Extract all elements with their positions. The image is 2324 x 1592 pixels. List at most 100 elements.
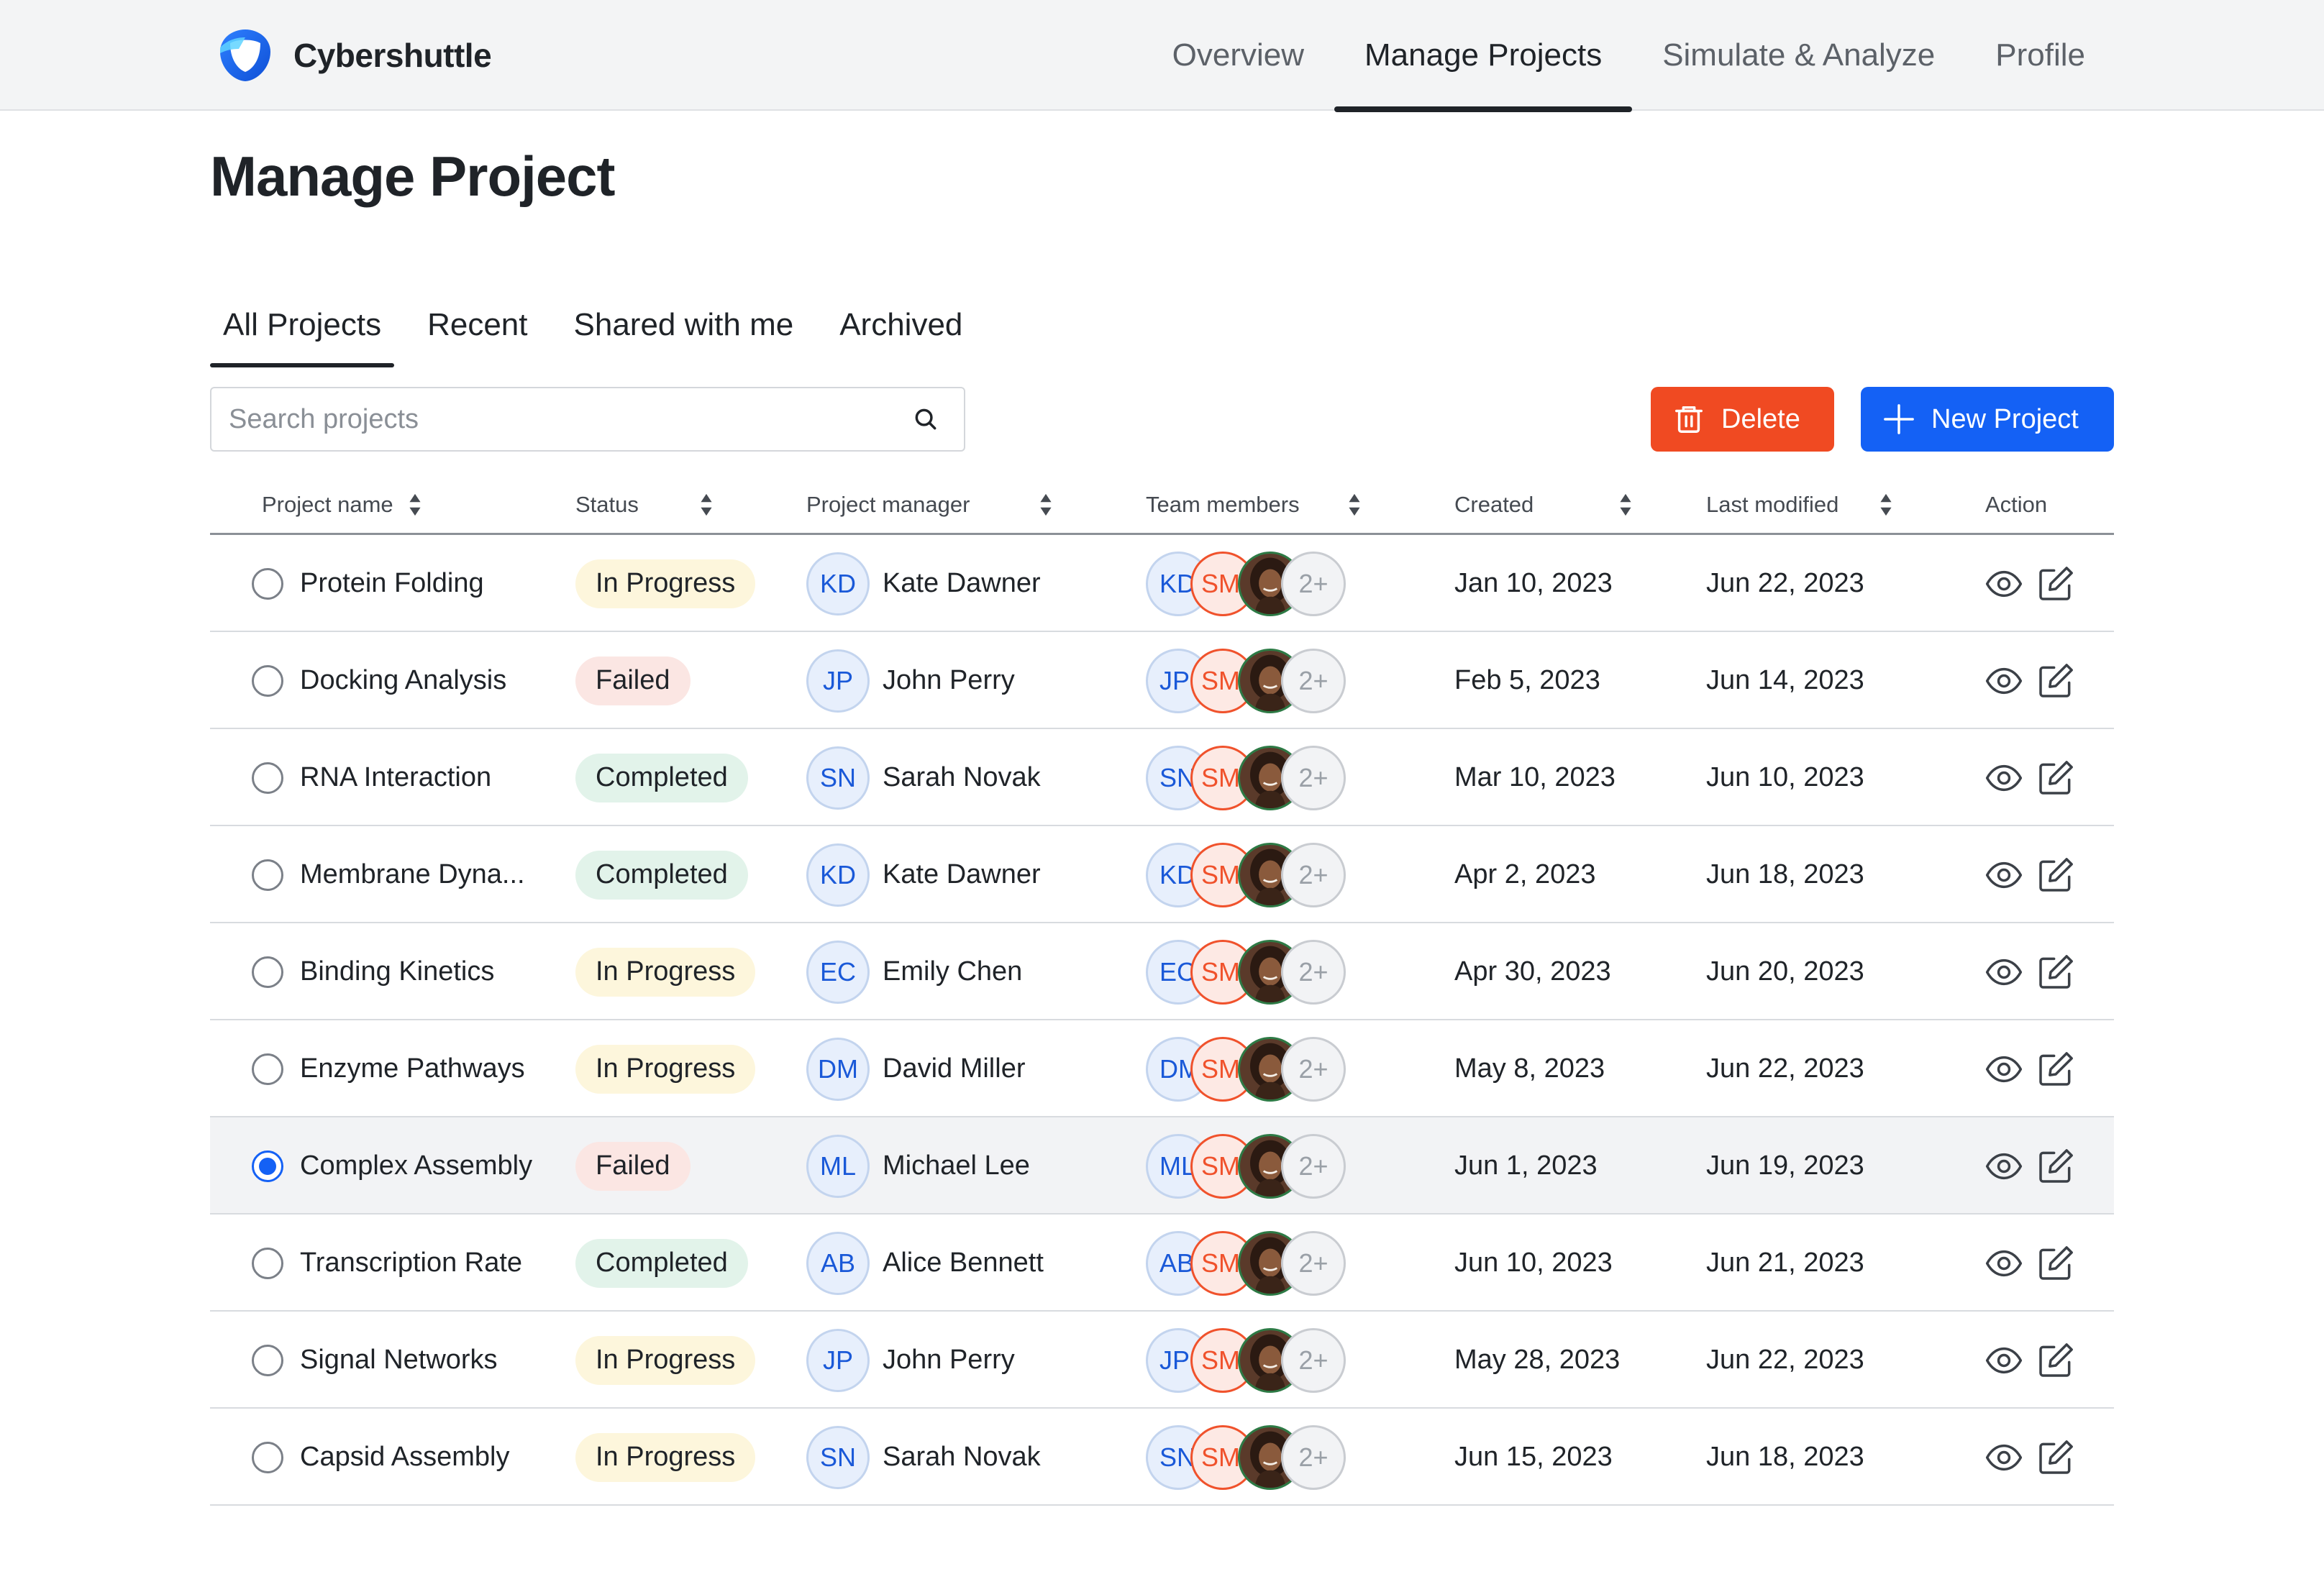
eye-icon[interactable] <box>1984 564 2024 604</box>
row-radio[interactable] <box>252 1053 283 1085</box>
edit-icon[interactable] <box>2036 661 2076 701</box>
tab-all-projects[interactable]: All Projects <box>210 298 395 367</box>
more-members-badge[interactable]: 2+ <box>1281 842 1346 907</box>
more-members-badge[interactable]: 2+ <box>1281 939 1346 1005</box>
table-row[interactable]: RNA Interaction Completed SN Sarah Novak… <box>210 729 2114 826</box>
eye-icon[interactable] <box>1984 1146 2024 1186</box>
nav-overview[interactable]: Overview <box>1142 0 1334 111</box>
action-cell <box>1984 1312 2087 1409</box>
edit-icon[interactable] <box>2036 564 2076 604</box>
more-members-badge[interactable]: 2+ <box>1281 1036 1346 1102</box>
project-name[interactable]: Capsid Assembly <box>300 1409 509 1506</box>
column-header-last-modified[interactable]: Last modified <box>1706 475 1893 535</box>
tab-shared-with-me[interactable]: Shared with me <box>561 298 807 367</box>
team-avatars[interactable]: SN SM 2+ <box>1146 745 1354 810</box>
brand[interactable]: Cybershuttle <box>217 27 492 83</box>
team-avatars[interactable]: DM SM 2+ <box>1146 1036 1354 1102</box>
project-name[interactable]: Docking Analysis <box>300 632 506 729</box>
more-members-badge[interactable]: 2+ <box>1281 1133 1346 1199</box>
table-row[interactable]: Transcription Rate Completed AB Alice Be… <box>210 1214 2114 1312</box>
project-name[interactable]: Binding Kinetics <box>300 923 494 1020</box>
edit-icon[interactable] <box>2036 1049 2076 1089</box>
edit-icon[interactable] <box>2036 1437 2076 1478</box>
eye-icon[interactable] <box>1984 1340 2024 1381</box>
column-header-status[interactable]: Status <box>575 475 714 535</box>
edit-icon[interactable] <box>2036 952 2076 992</box>
row-radio[interactable] <box>252 664 283 697</box>
tab-archived[interactable]: Archived <box>826 298 975 367</box>
row-radio[interactable] <box>252 956 283 988</box>
edit-icon[interactable] <box>2036 758 2076 798</box>
column-header-project-name[interactable]: Project name <box>262 475 422 535</box>
nav-simulate-analyze[interactable]: Simulate & Analyze <box>1632 0 1965 111</box>
table-row[interactable]: Capsid Assembly In Progress SN Sarah Nov… <box>210 1409 2114 1506</box>
column-header-team-members[interactable]: Team members <box>1146 475 1362 535</box>
team-avatars[interactable]: KD SM 2+ <box>1146 551 1354 616</box>
table-row[interactable]: Docking Analysis Failed JP John Perry JP… <box>210 632 2114 729</box>
team-avatars[interactable]: EC SM 2+ <box>1146 939 1354 1005</box>
project-name[interactable]: Enzyme Pathways <box>300 1020 525 1117</box>
eye-icon[interactable] <box>1984 661 2024 701</box>
team-avatars[interactable]: JP SM 2+ <box>1146 1327 1354 1393</box>
more-members-badge[interactable]: 2+ <box>1281 551 1346 616</box>
more-members-badge[interactable]: 2+ <box>1281 1327 1346 1393</box>
row-radio[interactable] <box>252 567 283 600</box>
sort-icon[interactable] <box>699 493 714 517</box>
eye-icon[interactable] <box>1984 855 2024 895</box>
column-header-action: Action <box>1985 475 2047 535</box>
sort-icon[interactable] <box>1879 493 1893 517</box>
sort-icon[interactable] <box>1347 493 1362 517</box>
sort-icon[interactable] <box>1039 493 1053 517</box>
eye-icon[interactable] <box>1984 758 2024 798</box>
team-avatars[interactable]: ML SM 2+ <box>1146 1133 1354 1199</box>
project-name[interactable]: Membrane Dyna... <box>300 826 525 923</box>
row-select <box>252 923 283 1020</box>
team-cell: AB SM 2+ <box>1146 1214 1354 1312</box>
search-input[interactable] <box>229 403 912 435</box>
table-row[interactable]: Complex Assembly Failed ML Michael Lee M… <box>210 1117 2114 1214</box>
more-members-badge[interactable]: 2+ <box>1281 1424 1346 1490</box>
search-icon[interactable] <box>912 406 939 433</box>
project-name[interactable]: Protein Folding <box>300 535 484 632</box>
column-header-created[interactable]: Created <box>1454 475 1633 535</box>
row-radio[interactable] <box>252 1150 283 1182</box>
row-radio[interactable] <box>252 1344 283 1376</box>
row-radio[interactable] <box>252 761 283 794</box>
table-row[interactable]: Signal Networks In Progress JP John Perr… <box>210 1312 2114 1409</box>
edit-icon[interactable] <box>2036 1243 2076 1284</box>
project-name[interactable]: Transcription Rate <box>300 1214 522 1312</box>
eye-icon[interactable] <box>1984 1049 2024 1089</box>
delete-button[interactable]: Delete <box>1651 387 1834 452</box>
edit-icon[interactable] <box>2036 855 2076 895</box>
sort-icon[interactable] <box>1618 493 1633 517</box>
team-avatars[interactable]: JP SM 2+ <box>1146 648 1354 713</box>
tab-recent[interactable]: Recent <box>414 298 540 367</box>
table-row[interactable]: Membrane Dyna... Completed KD Kate Dawne… <box>210 826 2114 923</box>
project-name[interactable]: Signal Networks <box>300 1312 498 1409</box>
table-row[interactable]: Binding Kinetics In Progress EC Emily Ch… <box>210 923 2114 1020</box>
modified-date: Jun 18, 2023 <box>1706 1442 1864 1472</box>
row-radio[interactable] <box>252 1247 283 1279</box>
eye-icon[interactable] <box>1984 952 2024 992</box>
table-row[interactable]: Enzyme Pathways In Progress DM David Mil… <box>210 1020 2114 1117</box>
eye-icon[interactable] <box>1984 1437 2024 1478</box>
project-name[interactable]: RNA Interaction <box>300 729 491 826</box>
nav-profile[interactable]: Profile <box>1965 0 2115 111</box>
team-avatars[interactable]: AB SM 2+ <box>1146 1230 1354 1296</box>
new-project-button[interactable]: New Project <box>1861 387 2114 452</box>
row-radio[interactable] <box>252 859 283 891</box>
edit-icon[interactable] <box>2036 1340 2076 1381</box>
table-row[interactable]: Protein Folding In Progress KD Kate Dawn… <box>210 535 2114 632</box>
team-avatars[interactable]: KD SM 2+ <box>1146 842 1354 907</box>
edit-icon[interactable] <box>2036 1146 2076 1186</box>
nav-manage-projects[interactable]: Manage Projects <box>1334 0 1633 112</box>
more-members-badge[interactable]: 2+ <box>1281 648 1346 713</box>
more-members-badge[interactable]: 2+ <box>1281 1230 1346 1296</box>
column-header-project-manager[interactable]: Project manager <box>806 475 1053 535</box>
sort-icon[interactable] <box>408 493 422 517</box>
more-members-badge[interactable]: 2+ <box>1281 745 1346 810</box>
eye-icon[interactable] <box>1984 1243 2024 1284</box>
project-name[interactable]: Complex Assembly <box>300 1117 532 1214</box>
team-avatars[interactable]: SN SM 2+ <box>1146 1424 1354 1490</box>
row-radio[interactable] <box>252 1441 283 1473</box>
